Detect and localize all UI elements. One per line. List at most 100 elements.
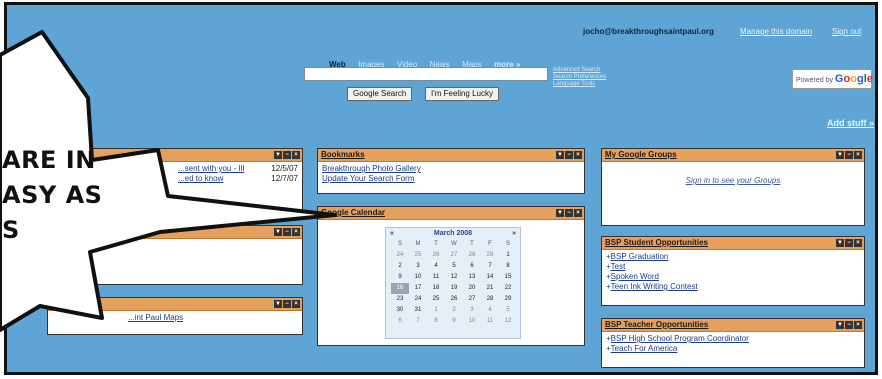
menu-icon[interactable]: ▼	[274, 228, 282, 236]
menu-icon[interactable]: ▼	[836, 151, 844, 159]
calendar-day[interactable]: 1	[499, 250, 517, 261]
student-title[interactable]: BSP Student Opportunities	[605, 238, 708, 247]
calendar-day[interactable]: 15	[499, 272, 517, 283]
calendar-day[interactable]: 6	[463, 261, 481, 272]
close-icon[interactable]: ×	[292, 151, 300, 159]
calendar-day[interactable]: 7	[409, 316, 427, 327]
calendar-day[interactable]: 1	[427, 305, 445, 316]
calendar-day[interactable]: 30	[391, 305, 409, 316]
calendar-day[interactable]: 24	[391, 250, 409, 261]
calendar-day[interactable]: 3	[409, 261, 427, 272]
teacher-title[interactable]: BSP Teacher Opportunities	[605, 320, 708, 329]
close-icon[interactable]: ×	[292, 228, 300, 236]
add-stuff-link[interactable]: Add stuff »	[827, 118, 874, 128]
menu-icon[interactable]: ▼	[274, 300, 282, 308]
calendar-day[interactable]: 17	[409, 283, 427, 294]
language-tools-link[interactable]: Language Tools	[553, 81, 606, 88]
calendar-day[interactable]: 9	[445, 316, 463, 327]
calendar-day[interactable]: 26	[427, 250, 445, 261]
calendar-day[interactable]: 8	[499, 261, 517, 272]
calendar-day[interactable]: 5	[445, 261, 463, 272]
bookmark-link[interactable]: Update Your Search Form	[322, 174, 580, 184]
close-icon[interactable]: ×	[854, 321, 862, 329]
calendar-day[interactable]: 3	[463, 305, 481, 316]
groups-sign-in-link[interactable]: Sign in to see your Groups	[686, 176, 781, 185]
calendar-day[interactable]: 9	[391, 272, 409, 283]
minimize-icon[interactable]: −	[283, 228, 291, 236]
search-preferences-link[interactable]: Search Preferences	[553, 74, 606, 81]
calendar-day[interactable]: 19	[445, 283, 463, 294]
menu-icon[interactable]: ▼	[836, 239, 844, 247]
minimize-icon[interactable]: −	[845, 321, 853, 329]
minimize-icon[interactable]: −	[845, 239, 853, 247]
minimize-icon[interactable]: −	[565, 209, 573, 217]
calendar-day[interactable]: 25	[409, 250, 427, 261]
maps-link[interactable]: ...int Paul Maps	[128, 313, 183, 322]
calendar-day[interactable]: 20	[463, 283, 481, 294]
prev-month-button[interactable]: «	[390, 230, 394, 237]
calendar-day[interactable]: 31	[409, 305, 427, 316]
calendar-day[interactable]: 24	[409, 294, 427, 305]
minimize-icon[interactable]: −	[845, 151, 853, 159]
menu-icon[interactable]: ▼	[556, 151, 564, 159]
teacher-item[interactable]: Teach For America	[611, 344, 678, 353]
list-item[interactable]: ...ed to know	[178, 174, 223, 184]
calendar-day[interactable]: 2	[391, 261, 409, 272]
search-input[interactable]	[304, 67, 548, 81]
teacher-item[interactable]: BSP High School Program Coordinator	[611, 334, 749, 343]
calendar-day[interactable]: 16	[391, 283, 409, 294]
calendar-day[interactable]: 7	[481, 261, 499, 272]
calendar-day[interactable]: 29	[481, 250, 499, 261]
feeling-lucky-button[interactable]: I'm Feeling Lucky	[425, 87, 499, 101]
calendar-day[interactable]: 27	[463, 294, 481, 305]
calendar-day[interactable]: 4	[481, 305, 499, 316]
calendar-day[interactable]: 22	[499, 283, 517, 294]
minimize-icon[interactable]: −	[283, 300, 291, 308]
bookmarks-title[interactable]: Bookmarks	[321, 150, 365, 159]
calendar-day[interactable]: 28	[463, 250, 481, 261]
groups-title[interactable]: My Google Groups	[605, 150, 677, 159]
menu-icon[interactable]: ▼	[274, 151, 282, 159]
close-icon[interactable]: ×	[574, 209, 582, 217]
calendar-title[interactable]: Google Calendar	[321, 208, 385, 217]
student-item[interactable]: BSP Graduation	[611, 252, 669, 261]
calendar-day[interactable]: 5	[499, 305, 517, 316]
calendar-day[interactable]: 26	[445, 294, 463, 305]
calendar-day[interactable]: 14	[481, 272, 499, 283]
manage-domain-link[interactable]: Manage this domain	[740, 27, 812, 36]
calendar-day[interactable]: 4	[427, 261, 445, 272]
calendar-day[interactable]: 21	[481, 283, 499, 294]
menu-icon[interactable]: ▼	[836, 321, 844, 329]
calendar-day[interactable]: 12	[499, 316, 517, 327]
calendar-day[interactable]: 2	[445, 305, 463, 316]
student-item[interactable]: Teen Ink Writing Contest	[611, 282, 698, 291]
calendar-day[interactable]: 12	[445, 272, 463, 283]
calendar-day[interactable]: 11	[481, 316, 499, 327]
calendar-day[interactable]: 29	[499, 294, 517, 305]
sign-out-link[interactable]: Sign out	[832, 27, 861, 36]
calendar-day[interactable]: 8	[427, 316, 445, 327]
student-item[interactable]: Test	[611, 262, 626, 271]
google-search-button[interactable]: Google Search	[347, 87, 413, 101]
calendar-day[interactable]: 25	[427, 294, 445, 305]
close-icon[interactable]: ×	[854, 151, 862, 159]
list-item[interactable]: ...sent with you - Ill	[178, 164, 244, 174]
calendar-day[interactable]: 28	[481, 294, 499, 305]
calendar-day[interactable]: 10	[463, 316, 481, 327]
minimize-icon[interactable]: −	[283, 151, 291, 159]
calendar-day[interactable]: 6	[391, 316, 409, 327]
calendar-day[interactable]: 27	[445, 250, 463, 261]
advanced-search-link[interactable]: Advanced Search	[553, 67, 606, 74]
calendar-day[interactable]: 23	[391, 294, 409, 305]
calendar-day[interactable]: 18	[427, 283, 445, 294]
menu-icon[interactable]: ▼	[556, 209, 564, 217]
calendar-day[interactable]: 11	[427, 272, 445, 283]
close-icon[interactable]: ×	[574, 151, 582, 159]
calendar-day[interactable]: 13	[463, 272, 481, 283]
minimize-icon[interactable]: −	[565, 151, 573, 159]
next-month-button[interactable]: »	[512, 230, 516, 237]
close-icon[interactable]: ×	[854, 239, 862, 247]
calendar-day[interactable]: 10	[409, 272, 427, 283]
student-item[interactable]: Spoken Word	[611, 272, 659, 281]
bookmark-link[interactable]: Breakthrough Photo Gallery	[322, 164, 580, 174]
